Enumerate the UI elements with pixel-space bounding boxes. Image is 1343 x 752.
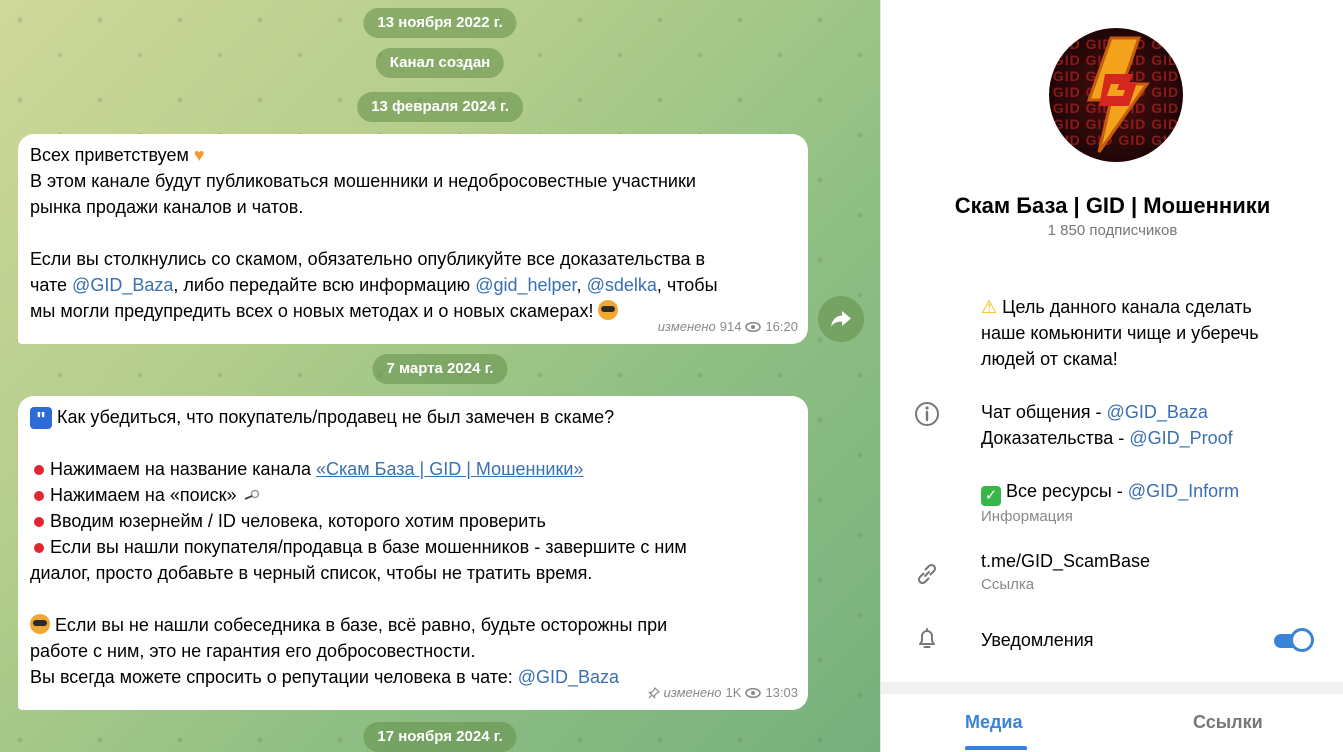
red-dot-icon: [34, 464, 44, 475]
message-text: Вы всегда можете спросить о репутации че…: [30, 667, 518, 687]
message-line: Нажимаем на название канала «Скам База |…: [30, 456, 796, 482]
section-separator: [881, 682, 1343, 694]
subscriber-count: 1 850 подписчиков: [1047, 222, 1178, 239]
bell-icon: [919, 628, 935, 648]
check-icon: ✓: [981, 486, 1001, 506]
channel-avatar[interactable]: GID GID GID GID GID GID GID GID GID GID …: [1049, 28, 1183, 162]
channel-link-label: Ссылка: [981, 576, 1035, 593]
message-text: , чтобы: [656, 275, 718, 295]
toggle-knob: [1290, 628, 1314, 652]
mention-link[interactable]: @GID_Inform: [1128, 481, 1239, 501]
date-pill: 7 марта 2024 г.: [372, 354, 508, 384]
red-dot-icon: [34, 490, 44, 501]
tab-links[interactable]: Ссылки: [1193, 712, 1263, 733]
channel-contacts: Чат общения - @GID_Baza Доказательства -…: [981, 399, 1321, 451]
message-line: рынка продажи каналов и чатов.: [30, 197, 304, 217]
view-count: 1K: [725, 685, 742, 700]
channel-link[interactable]: «Скам База | GID | Мошенники»: [316, 459, 583, 479]
service-message: Канал создан: [375, 48, 505, 78]
info-icon: [915, 402, 939, 426]
eye-icon: [745, 322, 762, 332]
tab-media[interactable]: Медиа: [965, 712, 1023, 733]
description-line: ⚠ Цель данного канала сделать: [981, 297, 1252, 317]
message-line: Нажимаем на «поиск»: [30, 482, 796, 508]
notifications-label: Уведомления: [981, 630, 1094, 650]
active-tab-indicator: [965, 746, 1027, 750]
message-text: Нажимаем на «поиск»: [50, 485, 237, 505]
message-meta: изменено 1K 13:03: [647, 680, 798, 706]
message-line: " Как убедиться, что покупатель/продавец…: [30, 404, 796, 431]
description-line: людей от скама!: [981, 349, 1118, 369]
edited-label: изменено: [657, 319, 716, 334]
message-text: Нажимаем на название канала: [50, 459, 316, 479]
channel-title: Скам База | GID | Мошенники: [954, 193, 1271, 218]
message-line: работе с ним, это не гарантия его доброс…: [30, 641, 476, 661]
mention-link[interactable]: @GID_Proof: [1129, 428, 1232, 448]
notifications-row[interactable]: Уведомления: [981, 627, 1321, 653]
message-meta: изменено 914 16:20: [658, 314, 798, 340]
forward-button[interactable]: [818, 296, 864, 342]
message-text: ,: [576, 275, 587, 295]
gid-logo-icon: [1086, 36, 1150, 153]
message-time: 16:20: [765, 319, 798, 334]
mention-link[interactable]: @GID_Baza: [72, 275, 173, 295]
mention-link[interactable]: @GID_Baza: [1107, 402, 1208, 422]
resources-line: ✓ Все ресурсы - @GID_Inform: [981, 478, 1321, 506]
edited-label: изменено: [663, 685, 722, 700]
message-line: Если вы не нашли собеседника в базе, всё…: [30, 612, 796, 638]
date-pill: 13 ноября 2022 г.: [363, 8, 517, 38]
magnifier-icon: [244, 489, 259, 500]
proof-link-line: Доказательства - @GID_Proof: [981, 428, 1233, 448]
date-pill: 17 ноября 2024 г.: [363, 722, 517, 752]
mention-link[interactable]: @gid_helper: [475, 275, 576, 295]
message-text: , либо передайте всю информацию: [173, 275, 476, 295]
red-dot-icon: [34, 516, 44, 527]
chat-area: 13 ноября 2022 г. Канал создан 13 феврал…: [0, 0, 880, 752]
notifications-toggle[interactable]: [1274, 628, 1316, 652]
channel-link-row[interactable]: t.me/GID_ScamBase Ссылка: [981, 548, 1321, 596]
message-text: Всех приветствуем: [30, 145, 189, 165]
message-line: Всех приветствуем ♥: [30, 142, 796, 168]
message-bubble[interactable]: " Как убедиться, что покупатель/продавец…: [18, 396, 808, 710]
mention-link[interactable]: @GID_Baza: [518, 667, 619, 687]
eye-icon: [745, 688, 762, 698]
message-line: Если вы столкнулись со скамом, обязатель…: [30, 249, 706, 269]
message-line: диалог, просто добавьте в черный список,…: [30, 563, 593, 583]
channel-link-value[interactable]: t.me/GID_ScamBase: [981, 548, 1321, 574]
message-line: чате @GID_Baza, либо передайте всю инфор…: [30, 272, 796, 298]
channel-description: ⚠ Цель данного канала сделать наше комью…: [981, 294, 1321, 372]
description-line: наше комьюнити чище и уберечь: [981, 323, 1259, 343]
sunglasses-face-icon: [598, 300, 619, 320]
message-text: Если вы нашли покупателя/продавца в базе…: [50, 537, 687, 557]
warning-icon: ⚠: [981, 297, 998, 317]
message-line: Если вы нашли покупателя/продавца в базе…: [30, 534, 796, 560]
message-text: мы могли предупредить всех о новых метод…: [30, 301, 594, 321]
chat-link-line: Чат общения - @GID_Baza: [981, 402, 1208, 422]
info-label: Информация: [981, 508, 1073, 525]
message-text: Если вы не нашли собеседника в базе, всё…: [55, 615, 668, 635]
message-line: Вводим юзернейм / ID человека, которого …: [30, 508, 796, 534]
quote-icon: ": [30, 407, 52, 431]
red-dot-icon: [34, 542, 44, 553]
message-text: Как убедиться, что покупатель/продавец н…: [57, 407, 615, 427]
heart-emoji-icon: ♥: [193, 145, 205, 165]
forward-icon: [831, 311, 851, 327]
date-pill: 13 февраля 2024 г.: [357, 92, 523, 122]
mention-link[interactable]: @sdelka: [587, 275, 657, 295]
link-icon: [917, 563, 937, 585]
channel-resources: ✓ Все ресурсы - @GID_Inform Информация: [981, 478, 1321, 528]
message-line: В этом канале будут публиковаться мошенн…: [30, 171, 696, 191]
sunglasses-face-icon: [30, 614, 50, 634]
pin-icon: [647, 687, 660, 699]
message-text: чате: [30, 275, 73, 295]
channel-info-panel: GID GID GID GID GID GID GID GID GID GID …: [880, 0, 1343, 752]
message-bubble[interactable]: Всех приветствуем ♥ В этом канале будут …: [18, 134, 808, 344]
view-count: 914: [719, 319, 742, 334]
message-text: Вводим юзернейм / ID человека, которого …: [50, 511, 546, 531]
message-time: 13:03: [765, 685, 798, 700]
